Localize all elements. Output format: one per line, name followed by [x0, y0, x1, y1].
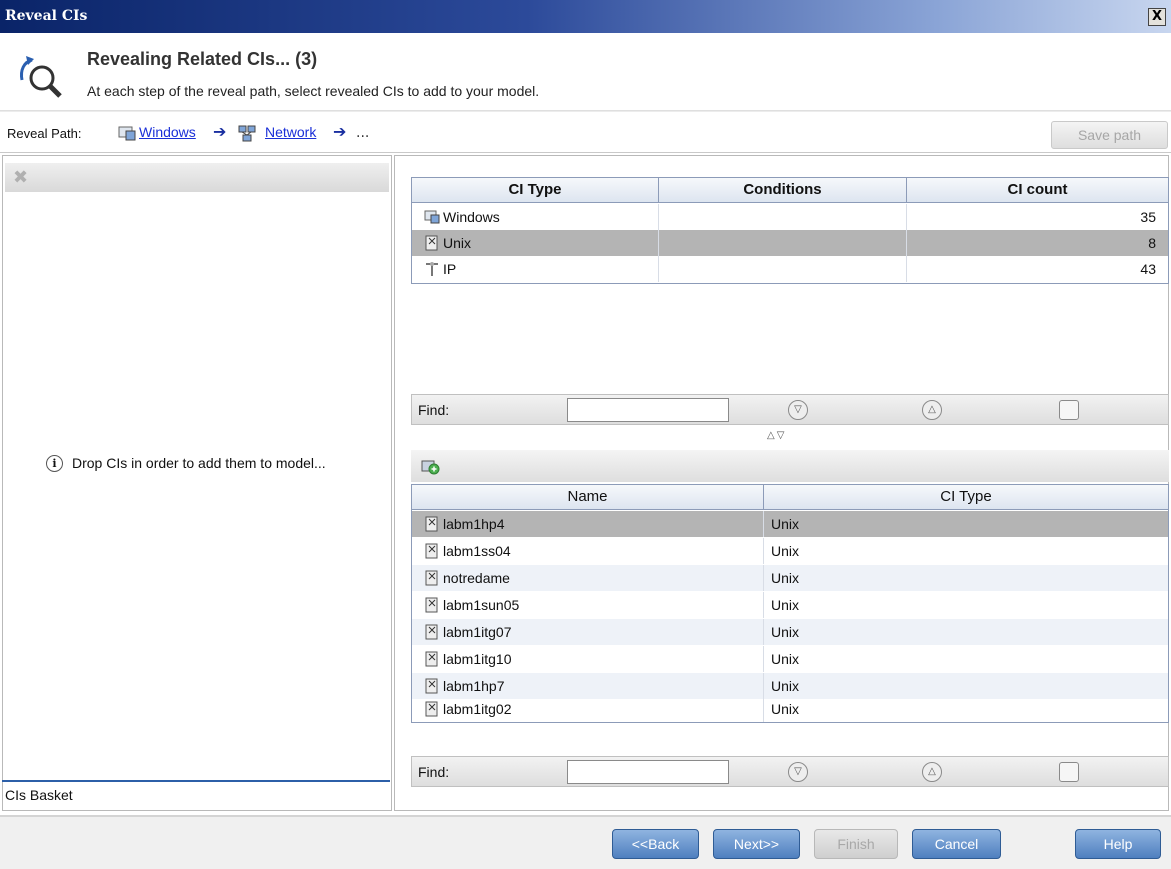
- table-row[interactable]: IP 43: [412, 256, 1168, 282]
- help-button[interactable]: Help: [1075, 829, 1161, 859]
- find-next-icon[interactable]: ▽: [788, 400, 808, 420]
- splitter-arrows-icon[interactable]: △▽: [767, 430, 786, 441]
- table-row[interactable]: labm1itg02 Unix: [412, 696, 1168, 722]
- find-previous-icon[interactable]: △: [922, 400, 942, 420]
- info-icon: i: [46, 455, 63, 472]
- ci-type-table: CI Type Conditions CI count Windows 35 U…: [411, 177, 1169, 284]
- ci-name: labm1itg07: [443, 624, 512, 640]
- column-header-name[interactable]: Name: [412, 485, 764, 510]
- find-options-icon[interactable]: [1059, 400, 1079, 420]
- reveal-path-more: ...: [356, 125, 370, 141]
- ci-name: notredame: [443, 570, 510, 586]
- ci-type-name: Windows: [443, 209, 500, 225]
- drop-hint: Drop CIs in order to add them to model..…: [72, 455, 326, 471]
- unix-ci-icon: [425, 235, 438, 251]
- ci-name: labm1sun05: [443, 597, 520, 613]
- close-icon: X: [1151, 9, 1163, 24]
- network-ci-icon: [238, 125, 256, 142]
- ci-type: Unix: [771, 516, 800, 532]
- unix-ci-icon: [425, 678, 438, 694]
- find-bar: Find: ▽ △: [411, 756, 1169, 787]
- find-label: Find:: [418, 402, 450, 418]
- find-label: Find:: [418, 764, 450, 780]
- table-row-selected[interactable]: Unix 8: [412, 230, 1168, 256]
- ci-type: Unix: [771, 543, 800, 559]
- unix-ci-icon: [425, 597, 438, 613]
- unix-ci-icon: [425, 651, 438, 667]
- ci-count: 35: [1140, 209, 1156, 225]
- ci-list-table: Name CI Type labm1hp4 Unix labm1ss04 Uni…: [411, 484, 1169, 723]
- ci-conditions: [659, 204, 907, 230]
- cancel-button[interactable]: Cancel: [912, 829, 1001, 859]
- window-title: Reveal CIs: [5, 8, 88, 24]
- ci-type: Unix: [771, 624, 800, 640]
- find-bar: Find: ▽ △: [411, 394, 1169, 425]
- ci-type: Unix: [771, 701, 800, 717]
- reveal-path-step-network[interactable]: Network: [265, 124, 316, 140]
- column-header-conditions[interactable]: Conditions: [659, 178, 907, 203]
- ci-name: labm1ss04: [443, 543, 511, 559]
- unix-ci-icon: [425, 570, 438, 586]
- find-previous-icon[interactable]: △: [922, 762, 942, 782]
- find-input[interactable]: [567, 760, 729, 784]
- table-row[interactable]: notredame Unix: [412, 565, 1168, 591]
- back-button[interactable]: <<Back: [612, 829, 699, 859]
- ci-list-toolbar: [411, 450, 1169, 482]
- reveal-path-step-windows[interactable]: Windows: [139, 124, 196, 140]
- table-row-selected[interactable]: labm1hp4 Unix: [412, 511, 1168, 537]
- column-header-ci-count[interactable]: CI count: [907, 178, 1168, 203]
- ci-name: labm1itg02: [443, 701, 512, 717]
- cis-basket-tab[interactable]: CIs Basket: [5, 787, 73, 803]
- cis-basket-panel: [2, 155, 392, 811]
- unix-ci-icon: [425, 701, 438, 717]
- page-subtitle: At each step of the reveal path, select …: [87, 83, 540, 99]
- ci-name: labm1itg10: [443, 651, 512, 667]
- unix-ci-icon: [425, 543, 438, 559]
- ci-name: labm1hp7: [443, 678, 505, 694]
- table-row[interactable]: labm1ss04 Unix: [412, 538, 1168, 564]
- header-divider: [0, 110, 1171, 112]
- page-title: Revealing Related CIs... (3): [87, 49, 318, 69]
- table-row[interactable]: labm1sun05 Unix: [412, 592, 1168, 618]
- ip-ci-icon: [426, 262, 438, 276]
- ci-conditions: [659, 230, 907, 256]
- windows-ci-icon: [424, 210, 440, 224]
- unix-ci-icon: [425, 624, 438, 640]
- add-to-model-icon[interactable]: [420, 457, 440, 475]
- column-header-ci-type[interactable]: CI Type: [412, 178, 659, 203]
- find-input[interactable]: [567, 398, 729, 422]
- ci-type: Unix: [771, 597, 800, 613]
- find-options-icon[interactable]: [1059, 762, 1079, 782]
- reveal-path-label: Reveal Path:: [7, 126, 82, 141]
- ci-name: labm1hp4: [443, 516, 505, 532]
- save-path-button[interactable]: Save path: [1051, 121, 1168, 149]
- basket-tab-indicator: [2, 780, 390, 782]
- ci-count: 8: [1148, 235, 1156, 251]
- arrow-right-icon: ➔: [333, 122, 347, 141]
- windows-ci-icon: [118, 126, 136, 141]
- arrow-right-icon: ➔: [213, 122, 227, 141]
- next-button[interactable]: Next>>: [713, 829, 800, 859]
- ci-type-name: Unix: [443, 235, 472, 251]
- title-bar: [0, 0, 1171, 33]
- divider: [0, 152, 1171, 153]
- find-next-icon[interactable]: ▽: [788, 762, 808, 782]
- remove-icon[interactable]: ✖: [13, 167, 28, 188]
- column-header-ci-type[interactable]: CI Type: [764, 485, 1168, 510]
- reveal-magnifier-icon: [20, 56, 62, 98]
- ci-conditions: [659, 256, 907, 282]
- ci-type: Unix: [771, 651, 800, 667]
- ci-count: 43: [1140, 261, 1156, 277]
- unix-ci-icon: [425, 516, 438, 532]
- basket-toolbar: [5, 163, 389, 192]
- ci-type: Unix: [771, 570, 800, 586]
- close-button[interactable]: X: [1148, 8, 1166, 26]
- ci-type-name: IP: [443, 261, 457, 277]
- table-row[interactable]: labm1itg10 Unix: [412, 646, 1168, 672]
- table-row[interactable]: Windows 35: [412, 204, 1168, 230]
- finish-button[interactable]: Finish: [814, 829, 898, 859]
- table-row[interactable]: labm1itg07 Unix: [412, 619, 1168, 645]
